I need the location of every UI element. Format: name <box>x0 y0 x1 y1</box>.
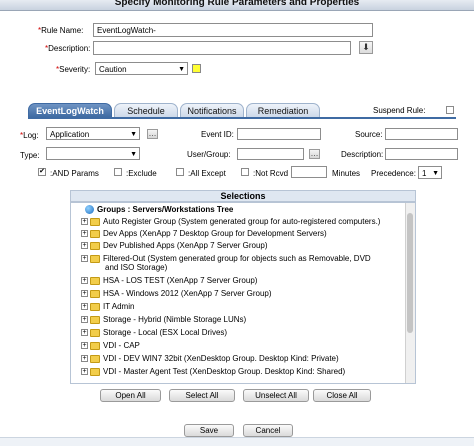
expand-icon: + <box>81 218 88 226</box>
and-params-label: :AND Params <box>50 169 99 178</box>
event-id-input[interactable] <box>237 128 321 140</box>
description-input[interactable] <box>93 41 351 55</box>
tree-item[interactable]: + Auto Register Group (System generated g… <box>81 217 380 226</box>
tab-underline <box>28 117 456 119</box>
folder-icon <box>90 302 100 311</box>
not-rcvd-in-checkbox[interactable] <box>241 168 249 176</box>
cancel-button[interactable]: Cancel <box>243 424 293 437</box>
expand-icon: + <box>81 255 88 263</box>
precedence-label: Precedence: <box>371 169 416 178</box>
tree-item[interactable]: + Dev Apps (XenApp 7 Desktop Group for De… <box>81 229 327 238</box>
source-input[interactable] <box>385 128 458 140</box>
source-label: Source: <box>355 130 383 139</box>
expand-icon: + <box>81 230 88 238</box>
open-all-button[interactable]: Open All <box>100 389 161 402</box>
tab-remediation[interactable]: Remediation <box>246 103 320 117</box>
chevron-down-icon: ▼ <box>432 170 439 177</box>
precedence-select[interactable]: 1 ▼ <box>418 166 442 179</box>
event-description-input[interactable] <box>385 148 458 160</box>
event-id-label: Event ID: <box>201 130 234 139</box>
folder-icon <box>90 289 100 298</box>
description-label: *Description: <box>45 44 91 53</box>
exclude-checkbox[interactable] <box>114 168 122 176</box>
tree-item[interactable]: + HSA - Windows 2012 (XenApp 7 Server Gro… <box>81 289 272 298</box>
chevron-down-icon: ▼ <box>178 66 185 73</box>
folder-icon <box>90 217 100 226</box>
expand-icon: + <box>81 303 88 311</box>
description-tool-icon[interactable]: ⬇ <box>359 41 373 54</box>
user-group-input[interactable] <box>237 148 304 160</box>
not-rcvd-in-minutes-input[interactable] <box>291 166 327 178</box>
selections-tree[interactable]: Groups : Servers/Workstations Tree + Auto… <box>70 202 416 384</box>
exclude-label: :Exclude <box>126 169 157 178</box>
all-except-checkbox[interactable] <box>176 168 184 176</box>
severity-label: *Severity: <box>56 65 91 74</box>
select-all-button[interactable]: Select All <box>169 389 235 402</box>
tree-item[interactable]: + HSA - LOS TEST (XenApp 7 Server Group) <box>81 276 257 285</box>
expand-icon: + <box>81 290 88 298</box>
minutes-label: Minutes <box>332 169 361 178</box>
chevron-down-icon: ▼ <box>130 151 137 158</box>
folder-icon <box>90 254 100 263</box>
log-select[interactable]: Application ▼ <box>46 127 140 140</box>
tab-schedule[interactable]: Schedule <box>114 103 178 117</box>
expand-icon: + <box>81 316 88 324</box>
event-description-label: Description: <box>341 150 384 159</box>
folder-icon <box>90 328 100 337</box>
expand-icon: + <box>81 242 88 250</box>
rule-name-label: *Rule Name: <box>38 26 84 35</box>
log-lookup-button[interactable]: … <box>147 129 158 139</box>
tree-item[interactable]: + Filtered-Out (System generated group fo… <box>81 254 371 263</box>
expand-icon: + <box>81 342 88 350</box>
unselect-all-button[interactable]: Unselect All <box>243 389 309 402</box>
tab-notifications[interactable]: Notifications <box>180 103 244 117</box>
folder-icon <box>90 229 100 238</box>
severity-select[interactable]: Caution ▼ <box>95 62 188 75</box>
save-button[interactable]: Save <box>184 424 234 437</box>
folder-icon <box>90 315 100 324</box>
window-title: Specify Monitoring Rule Parameters and P… <box>0 0 474 11</box>
tree-item[interactable]: + IT Admin <box>81 302 134 311</box>
expand-icon: + <box>81 277 88 285</box>
tree-scrollbar[interactable] <box>405 203 415 383</box>
expand-icon: + <box>81 368 88 376</box>
chevron-down-icon: ▼ <box>130 131 137 138</box>
folder-icon <box>90 241 100 250</box>
tree-item[interactable]: + Storage - Hybrid (Nimble Storage LUNs) <box>81 315 246 324</box>
user-group-lookup-button[interactable]: … <box>309 149 320 159</box>
tree-item-continuation: and ISO Storage) <box>105 263 168 272</box>
folder-icon <box>90 276 100 285</box>
globe-icon <box>85 205 94 215</box>
tree-item[interactable]: + Dev Published Apps (XenApp 7 Server Gro… <box>81 241 268 250</box>
tree-item[interactable]: + VDI - CAP <box>81 341 140 350</box>
user-group-label: User/Group: <box>187 150 231 159</box>
suspend-rule-label: Suspend Rule: <box>373 106 426 115</box>
all-except-label: :All Except <box>188 169 226 178</box>
tree-item[interactable]: + Storage - Local (ESX Local Drives) <box>81 328 227 337</box>
expand-icon: + <box>81 329 88 337</box>
folder-icon <box>90 367 100 376</box>
folder-icon <box>90 341 100 350</box>
severity-color-swatch <box>192 64 201 73</box>
tab-eventlogwatch[interactable]: EventLogWatch <box>28 103 112 117</box>
selections-header: Selections <box>70 190 416 202</box>
and-params-checkbox[interactable]: ✔ <box>38 168 46 176</box>
log-label: *Log: <box>20 131 39 140</box>
tree-item[interactable]: + VDI - Master Agent Test (XenDesktop Gro… <box>81 367 345 376</box>
type-label: Type: <box>20 151 40 160</box>
scrollbar-thumb[interactable] <box>407 213 413 333</box>
tree-root[interactable]: Groups : Servers/Workstations Tree <box>85 205 233 215</box>
folder-icon <box>90 354 100 363</box>
expand-icon: + <box>81 355 88 363</box>
close-all-button[interactable]: Close All <box>313 389 371 402</box>
suspend-rule-checkbox[interactable] <box>446 106 454 114</box>
check-icon: ✔ <box>39 168 45 175</box>
type-select[interactable]: ▼ <box>46 147 140 160</box>
tree-item[interactable]: + VDI - DEV WIN7 32bit (XenDesktop Group.… <box>81 354 339 363</box>
rule-name-input[interactable]: EventLogWatch- <box>93 23 373 37</box>
